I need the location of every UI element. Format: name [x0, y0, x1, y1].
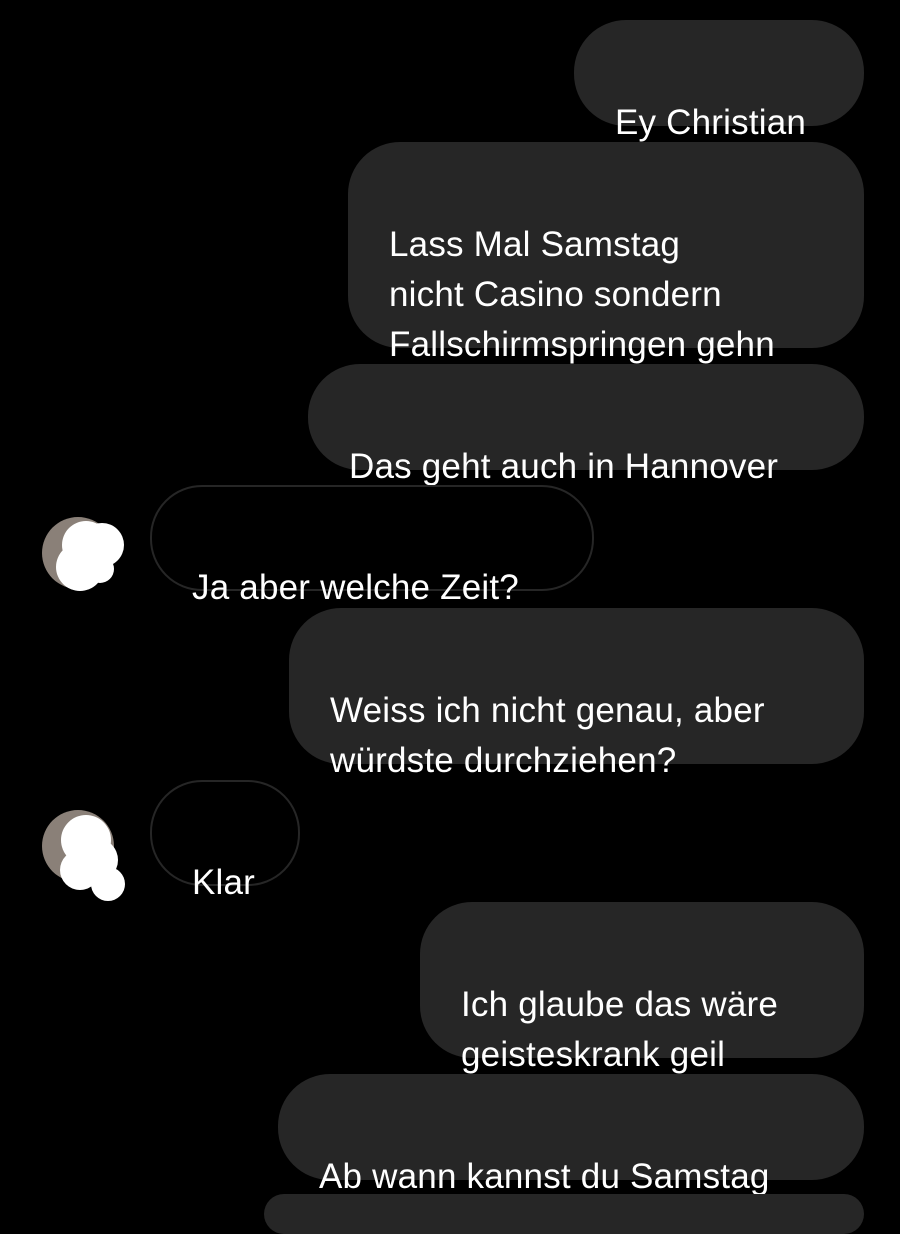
message-bubble-outgoing[interactable]: Ich glaube das wäre geisteskrank geil: [420, 902, 864, 1074]
message-bubble-outgoing-partial: [264, 1194, 864, 1234]
message-bubble-outgoing[interactable]: Weiss ich nicht genau, aber würdste durc…: [289, 608, 864, 780]
redacted-avatar-icon: [42, 810, 125, 901]
message-text: Weiss ich nicht genau, aber würdste durc…: [330, 691, 765, 780]
message-bubble-outgoing[interactable]: Lass Mal Samstag nicht Casino sondern Fa…: [348, 142, 864, 364]
redacted-avatar-icon: [42, 517, 124, 591]
message-text: Ey Christian: [615, 103, 807, 142]
message-bubble-outgoing[interactable]: Das geht auch in Hannover: [308, 364, 864, 486]
message-bubble-incoming[interactable]: Klar: [150, 780, 300, 902]
message-text: Ja aber welche Zeit?: [192, 568, 519, 607]
message-bubble-outgoing[interactable]: Ab wann kannst du Samstag: [278, 1074, 864, 1196]
message-bubble-incoming[interactable]: Ja aber welche Zeit?: [150, 485, 594, 607]
avatar[interactable]: [40, 515, 124, 599]
message-bubble-outgoing[interactable]: Ey Christian: [574, 20, 864, 142]
message-text: Lass Mal Samstag nicht Casino sondern Fa…: [389, 225, 775, 364]
message-text: Klar: [192, 863, 256, 902]
message-text: Das geht auch in Hannover: [349, 447, 779, 486]
message-text: Ich glaube das wäre geisteskrank geil: [461, 985, 779, 1074]
message-text: Ab wann kannst du Samstag: [319, 1157, 770, 1196]
avatar[interactable]: [40, 808, 125, 901]
